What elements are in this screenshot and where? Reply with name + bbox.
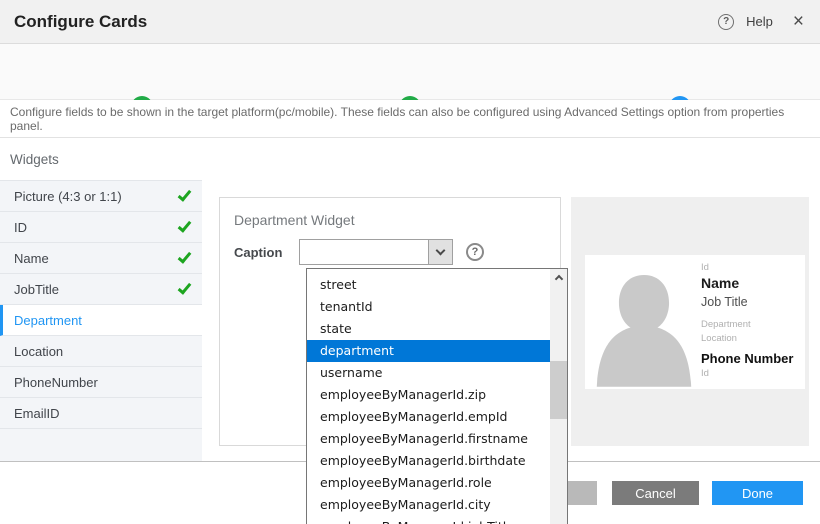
close-icon[interactable]: × bbox=[793, 12, 804, 31]
sidebar-item-name[interactable]: Name bbox=[0, 243, 202, 274]
sidebar-item-location[interactable]: Location bbox=[0, 336, 202, 367]
sidebar-item-emailid[interactable]: EmailID bbox=[0, 398, 202, 429]
preview-department-label: Department bbox=[701, 319, 793, 330]
dropdown-option-employeebymanagerid-role[interactable]: employeeByManagerId.role bbox=[307, 472, 567, 494]
dropdown-option-employeebymanagerid-jobtitle[interactable]: employeeByManagerId.jobTitle bbox=[307, 516, 567, 524]
dropdown-scrollbar[interactable] bbox=[550, 269, 567, 524]
sidebar-item-jobtitle[interactable]: JobTitle bbox=[0, 274, 202, 305]
caption-select[interactable] bbox=[299, 239, 453, 265]
chevron-down-icon[interactable] bbox=[428, 240, 452, 264]
preview-name-label: Name bbox=[701, 275, 793, 291]
sidebar-item-phonenumber[interactable]: PhoneNumber bbox=[0, 367, 202, 398]
title-bar: Configure Cards ? Help × bbox=[0, 0, 820, 44]
sidebar-item-label: Location bbox=[14, 344, 63, 359]
sidebar-item-label: PhoneNumber bbox=[14, 375, 98, 390]
dropdown-option-username[interactable]: username bbox=[307, 362, 567, 384]
dropdown-option-state[interactable]: state bbox=[307, 318, 567, 340]
preview-phone-label: Phone Number bbox=[701, 351, 793, 366]
help-button[interactable]: Help bbox=[746, 14, 773, 29]
sidebar-item-label: Picture (4:3 or 1:1) bbox=[14, 189, 122, 204]
check-icon bbox=[178, 280, 192, 294]
card-preview-panel: Id Name Job Title Department Location Ph… bbox=[571, 197, 809, 446]
scroll-up-icon[interactable] bbox=[550, 269, 567, 286]
sidebar-item-label: EmailID bbox=[14, 406, 60, 421]
sidebar-item-id[interactable]: ID bbox=[0, 212, 202, 243]
sidebar-item-label: JobTitle bbox=[14, 282, 59, 297]
configure-cards-dialog: Configure Cards ? Help × Data Template 3… bbox=[0, 0, 820, 524]
dropdown-option-department[interactable]: department bbox=[307, 340, 567, 362]
preview-card-fields: Id Name Job Title Department Location Ph… bbox=[701, 262, 793, 379]
caption-help-icon[interactable]: ? bbox=[466, 243, 484, 261]
preview-id-label: Id bbox=[701, 262, 793, 273]
scrollbar-thumb[interactable] bbox=[550, 361, 567, 419]
wizard-stepper: Data Template 3 Bind Fields bbox=[0, 44, 820, 100]
preview-id2-label: Id bbox=[701, 368, 793, 379]
done-button[interactable]: Done bbox=[712, 481, 803, 505]
dropdown-option-employeebymanagerid-zip[interactable]: employeeByManagerId.zip bbox=[307, 384, 567, 406]
dropdown-option-employeebymanagerid-empid[interactable]: employeeByManagerId.empId bbox=[307, 406, 567, 428]
page-title: Configure Cards bbox=[14, 12, 147, 32]
sidebar-item-label: Department bbox=[14, 313, 82, 328]
dropdown-option-tenantid[interactable]: tenantId bbox=[307, 296, 567, 318]
dropdown-option-employeebymanagerid-city[interactable]: employeeByManagerId.city bbox=[307, 494, 567, 516]
check-icon bbox=[178, 218, 192, 232]
sidebar-item-label: Name bbox=[14, 251, 49, 266]
dropdown-option-street[interactable]: street bbox=[307, 274, 567, 296]
preview-location-label: Location bbox=[701, 333, 793, 344]
check-icon bbox=[178, 187, 192, 201]
sidebar-item-department[interactable]: Department bbox=[0, 305, 202, 336]
preview-card: Id Name Job Title Department Location Ph… bbox=[585, 255, 805, 389]
panel-title: Department Widget bbox=[234, 212, 355, 228]
help-icon[interactable]: ? bbox=[718, 14, 734, 30]
dropdown-options: streettenantIdstatedepartmentusernameemp… bbox=[307, 274, 567, 524]
dropdown-option-employeebymanagerid-birthdate[interactable]: employeeByManagerId.birthdate bbox=[307, 450, 567, 472]
caption-label: Caption bbox=[234, 245, 282, 260]
widget-list: Picture (4:3 or 1:1) ID Name JobTitle Depart… bbox=[0, 180, 202, 461]
check-icon bbox=[178, 249, 192, 263]
widgets-heading: Widgets bbox=[0, 138, 820, 180]
description-text: Configure fields to be shown in the targ… bbox=[0, 100, 820, 138]
sidebar-item-label: ID bbox=[14, 220, 27, 235]
preview-jobtitle-label: Job Title bbox=[701, 295, 793, 309]
cancel-button[interactable]: Cancel bbox=[612, 481, 699, 505]
dropdown-option-employeebymanagerid-firstname[interactable]: employeeByManagerId.firstname bbox=[307, 428, 567, 450]
sidebar-item-picture-4-3-or-1-1[interactable]: Picture (4:3 or 1:1) bbox=[0, 181, 202, 212]
caption-dropdown-list[interactable]: streettenantIdstatedepartmentusernameemp… bbox=[306, 268, 568, 524]
person-silhouette-icon bbox=[591, 267, 697, 389]
